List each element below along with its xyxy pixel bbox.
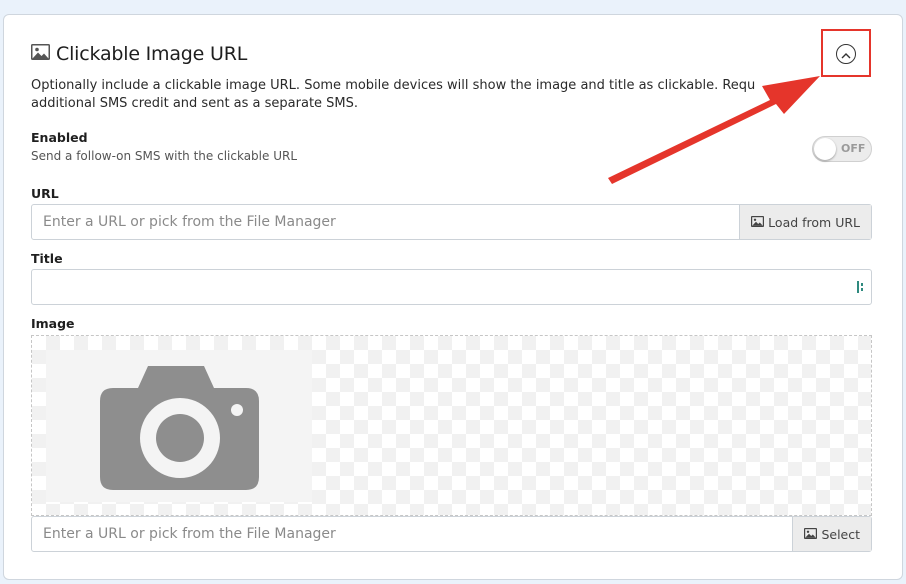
select-image-button[interactable]: Select bbox=[792, 517, 871, 551]
image-placeholder bbox=[46, 350, 312, 502]
toggle-knob bbox=[814, 138, 836, 160]
title-label: Title bbox=[31, 251, 63, 266]
image-icon bbox=[31, 44, 56, 64]
grip-icon bbox=[857, 270, 871, 304]
section-header: Clickable Image URL bbox=[31, 43, 247, 65]
select-label: Select bbox=[821, 526, 860, 542]
description-line-1: Optionally include a clickable image URL… bbox=[31, 78, 756, 93]
section-title: Clickable Image URL bbox=[56, 43, 248, 65]
chevron-up-icon bbox=[841, 45, 851, 64]
load-from-url-label: Load from URL bbox=[768, 214, 860, 230]
toggle-state-text: OFF bbox=[841, 142, 866, 155]
load-from-url-button[interactable]: Load from URL bbox=[739, 205, 871, 239]
collapse-button[interactable] bbox=[836, 44, 856, 64]
description-line-2: additional SMS credit and sent as a sepa… bbox=[31, 96, 359, 111]
url-input-group: Load from URL bbox=[31, 204, 872, 240]
image-input-group: Select bbox=[31, 516, 872, 552]
enabled-toggle[interactable]: OFF bbox=[812, 136, 872, 162]
title-input[interactable] bbox=[32, 270, 857, 304]
image-label: Image bbox=[31, 316, 75, 331]
image-preview[interactable] bbox=[31, 335, 872, 516]
clickable-image-card: Clickable Image URL Optionally include a… bbox=[3, 14, 903, 580]
title-input-group bbox=[31, 269, 872, 305]
image-icon bbox=[804, 527, 821, 542]
image-icon bbox=[751, 215, 768, 230]
annotation-highlight bbox=[821, 29, 871, 77]
url-input[interactable] bbox=[32, 205, 740, 239]
url-label: URL bbox=[31, 186, 59, 201]
image-url-input[interactable] bbox=[32, 517, 793, 551]
section-description: Optionally include a clickable image URL… bbox=[31, 77, 791, 113]
enabled-label: Enabled bbox=[31, 130, 88, 145]
enabled-help-text: Send a follow-on SMS with the clickable … bbox=[31, 149, 298, 163]
